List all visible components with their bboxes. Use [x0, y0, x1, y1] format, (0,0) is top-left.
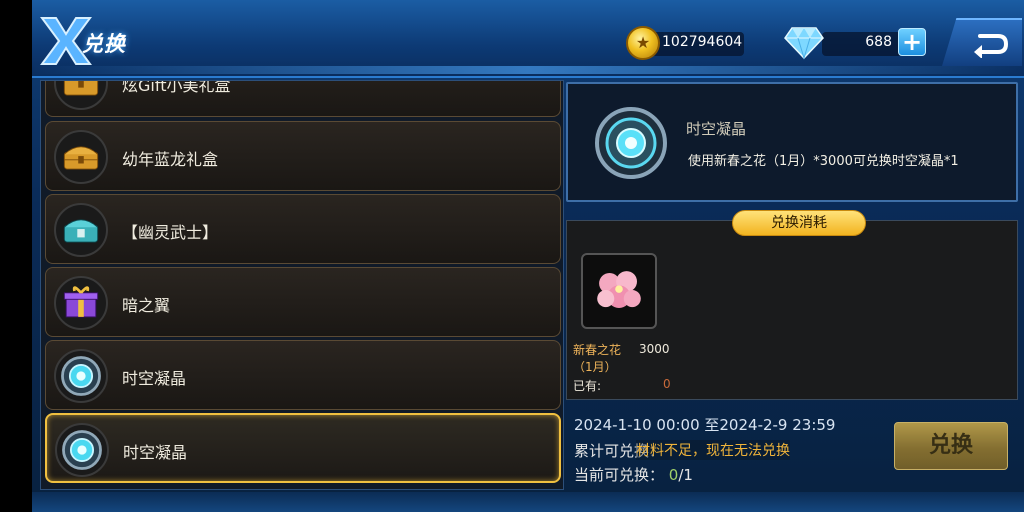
current-exchangeable-value: 0 — [668, 466, 679, 484]
crystal-orb-icon — [595, 107, 667, 179]
list-item[interactable]: 时空凝晶 — [45, 340, 561, 410]
gold-amount: 102794604 — [662, 34, 743, 50]
material-owned-value: 0 — [663, 377, 671, 391]
current-exchangeable-max: /1 — [678, 466, 693, 484]
diamond-amount: 688 — [865, 34, 892, 50]
material-name: 新春之花（1月） — [573, 343, 622, 374]
list-item-name: 暗之翼 — [122, 296, 171, 315]
cherry-blossom-icon — [597, 271, 641, 309]
item-detail-panel: 时空凝晶 使用新春之花（1月）*3000可兑换时空凝晶*1 — [566, 82, 1018, 202]
reward-list[interactable]: 炫Gift小美礼盒 幼年蓝龙礼盒 【幽灵武士】 暗之翼 时空凝晶 时空凝晶 — [40, 80, 564, 490]
material-owned-label: 已有: — [573, 379, 602, 393]
exchange-period: 2024-1-10 00:00 至2024-2-9 23:59 — [574, 416, 836, 434]
list-item-name: 时空凝晶 — [122, 369, 187, 388]
detail-item-name: 时空凝晶 — [686, 120, 747, 138]
top-bar: 兑换 ★ 102794604 688 + — [32, 0, 1024, 78]
current-exchangeable-label: 当前可兑换： — [574, 466, 665, 484]
exchange-button[interactable]: 兑换 — [894, 422, 1008, 470]
add-diamonds-button[interactable]: + — [898, 28, 926, 56]
exchange-screen: 兑换 ★ 102794604 688 + 炫Gift小美礼盒 幼年蓝龙礼盒 【幽… — [32, 0, 1024, 512]
return-arrow-icon — [974, 34, 1008, 58]
current-exchangeable: 当前可兑换： 0/1 — [574, 464, 693, 485]
teal-chest-icon — [54, 203, 108, 257]
purple-giftbox-icon — [54, 276, 108, 330]
list-item-selected[interactable]: 时空凝晶 — [45, 413, 561, 483]
bottom-strip — [32, 492, 1024, 512]
top-bar-glow — [32, 66, 1024, 74]
gold-coin-icon: ★ — [626, 26, 660, 60]
cost-panel: 新春之花（1月） 3000 已有: 0 — [566, 220, 1018, 400]
list-item[interactable]: 炫Gift小美礼盒 — [45, 80, 561, 117]
crystal-orb-icon — [55, 423, 109, 477]
cost-tab: 兑换消耗 — [732, 210, 866, 236]
material-required: 3000 — [639, 342, 670, 356]
detail-item-description: 使用新春之花（1月）*3000可兑换时空凝晶*1 — [688, 154, 959, 169]
list-item-name: 【幽灵武士】 — [122, 223, 219, 242]
crystal-orb-icon — [54, 349, 108, 403]
list-item[interactable]: 暗之翼 — [45, 267, 561, 337]
gold-chest-icon — [54, 81, 108, 110]
diamond-icon — [784, 27, 824, 60]
material-slot[interactable] — [581, 253, 657, 329]
list-item-name: 时空凝晶 — [123, 443, 188, 462]
gold-chest-icon — [54, 130, 108, 184]
list-item-name: 幼年蓝龙礼盒 — [122, 150, 219, 169]
list-item[interactable]: 幼年蓝龙礼盒 — [45, 121, 561, 191]
list-item-name: 炫Gift小美礼盒 — [122, 80, 231, 95]
list-item[interactable]: 【幽灵武士】 — [45, 194, 561, 264]
back-button[interactable] — [942, 18, 1022, 66]
page-title: 兑换 — [82, 32, 126, 56]
insufficient-materials-warning: 材料不足，现在无法兑换 — [636, 440, 790, 460]
